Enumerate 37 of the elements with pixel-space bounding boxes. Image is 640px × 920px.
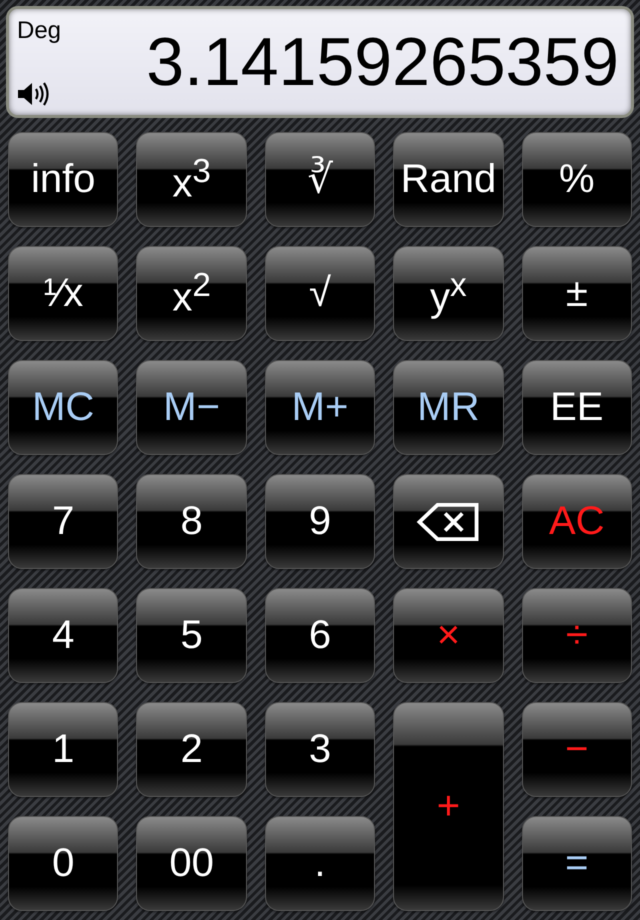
- backspace-button[interactable]: [393, 474, 504, 569]
- calculator-key[interactable]: 3: [264, 702, 376, 797]
- calculator-key[interactable]: +: [393, 702, 504, 911]
- calculator-key[interactable]: Rand: [393, 132, 504, 227]
- calculator-key[interactable]: y$^{x}$: [393, 246, 504, 341]
- calculator-key[interactable]: M+: [264, 360, 376, 455]
- calculator-key[interactable]: 8: [136, 474, 247, 569]
- calculator-key[interactable]: ±: [522, 246, 632, 341]
- calculator-key[interactable]: 6: [264, 588, 376, 683]
- calculator-key[interactable]: %: [522, 132, 632, 227]
- calculator-key[interactable]: ∛: [264, 132, 376, 227]
- calculator-key[interactable]: 00: [136, 816, 247, 911]
- calculator-key[interactable]: M−: [136, 360, 247, 455]
- calculator-key[interactable]: 0: [8, 816, 118, 911]
- calculator-key[interactable]: EE: [522, 360, 632, 455]
- display-value: 3.14159265359: [145, 23, 619, 101]
- calculator-key[interactable]: MC: [8, 360, 118, 455]
- calculator-key[interactable]: x$^{3}$: [136, 132, 247, 227]
- calculator-key[interactable]: 9: [264, 474, 376, 569]
- calculator-key[interactable]: ×: [393, 588, 504, 683]
- calculator-key[interactable]: 4: [8, 588, 118, 683]
- calculator-key[interactable]: info: [8, 132, 118, 227]
- calculator-key[interactable]: √: [264, 246, 376, 341]
- calculator-key[interactable]: 7: [8, 474, 118, 569]
- calculator-key[interactable]: =: [522, 816, 632, 911]
- speaker-icon: [17, 81, 51, 107]
- calculator-key[interactable]: MR: [393, 360, 504, 455]
- calculator-key[interactable]: AC: [522, 474, 632, 569]
- calculator-key[interactable]: x$^{2}$: [136, 246, 247, 341]
- calculator-key[interactable]: ¹⁄x: [8, 246, 118, 341]
- angle-mode: Deg: [17, 17, 62, 45]
- calculator-key[interactable]: ÷: [522, 588, 632, 683]
- calculator-key[interactable]: −: [522, 702, 632, 797]
- calculator-key[interactable]: 1: [8, 702, 118, 797]
- calculator-key[interactable]: 5: [136, 588, 247, 683]
- calculator-key[interactable]: 2: [136, 702, 247, 797]
- calculator-key[interactable]: .: [264, 816, 376, 911]
